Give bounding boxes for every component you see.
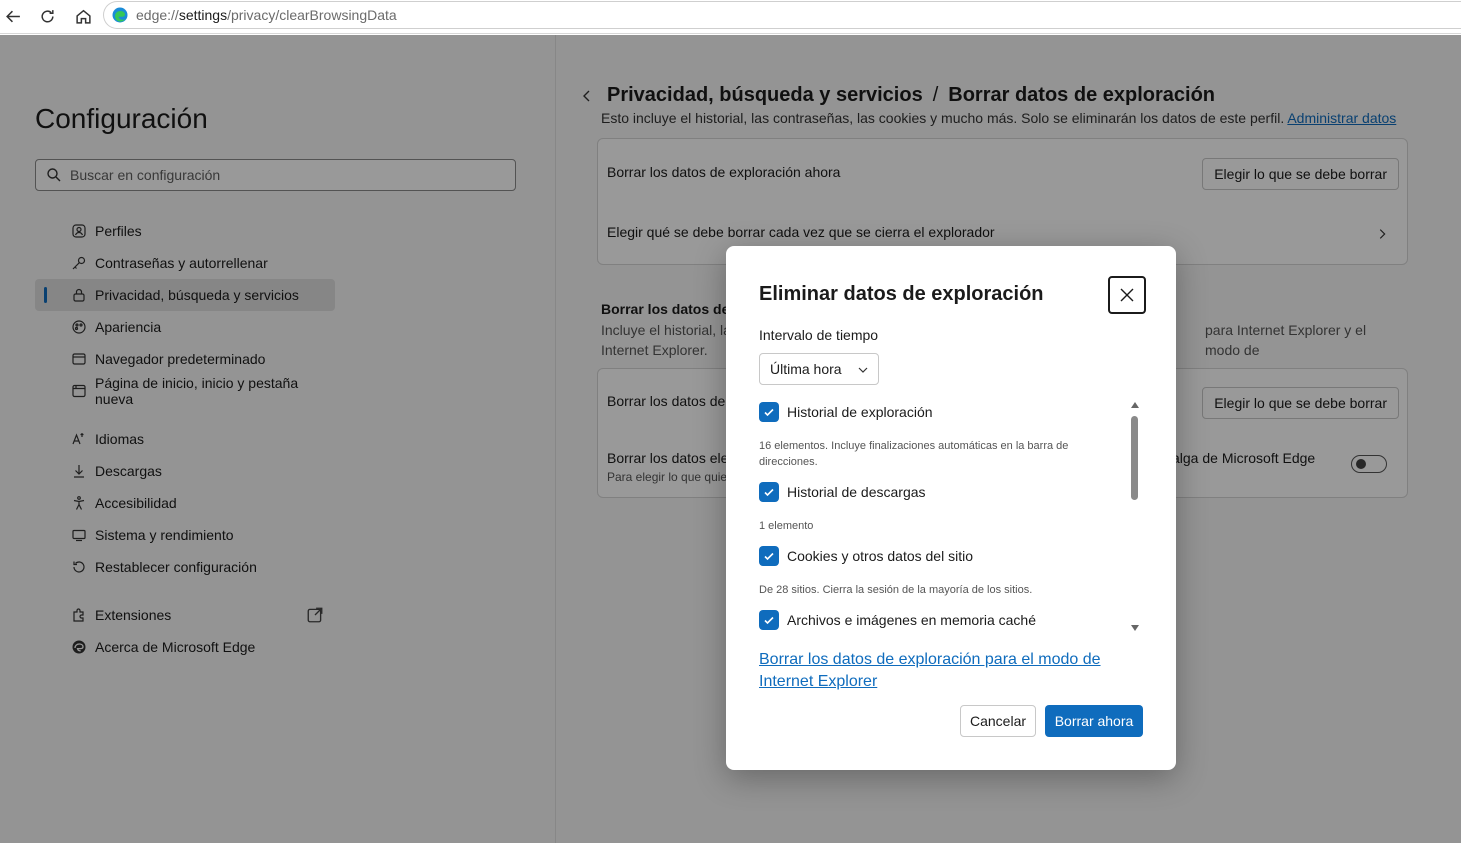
url-text: edge://settings/privacy/clearBrowsingDat… <box>136 7 397 23</box>
option-description: 1 elemento <box>759 520 814 532</box>
chevron-down-icon <box>858 367 868 373</box>
back-icon[interactable] <box>0 4 26 28</box>
address-bar[interactable]: edge://settings/privacy/clearBrowsingDat… <box>103 1 1461 29</box>
scrollbar-thumb[interactable] <box>1131 416 1138 500</box>
time-range-label: Intervalo de tiempo <box>759 327 879 343</box>
option-label: Historial de exploración <box>787 404 933 420</box>
clear-browsing-data-dialog: Eliminar datos de exploración Intervalo … <box>726 246 1176 770</box>
time-range-value: Última hora <box>770 361 842 377</box>
time-range-select[interactable]: Última hora <box>759 353 879 385</box>
scroll-down-arrow-icon[interactable] <box>1130 624 1140 632</box>
checkbox-checked[interactable] <box>759 482 779 502</box>
checkbox-checked[interactable] <box>759 546 779 566</box>
refresh-icon[interactable] <box>34 4 60 28</box>
home-icon[interactable] <box>70 4 96 28</box>
close-button[interactable] <box>1108 276 1146 314</box>
clear-now-button[interactable]: Borrar ahora <box>1045 705 1143 737</box>
option-cache[interactable]: Archivos e imágenes en memoria caché <box>759 610 1036 630</box>
edge-logo-icon <box>112 7 128 23</box>
close-icon <box>1120 288 1134 302</box>
dialog-title: Eliminar datos de exploración <box>759 283 1044 305</box>
option-label: Cookies y otros datos del sitio <box>787 548 973 564</box>
data-options-list: Historial de exploración 16 elementos. I… <box>759 396 1144 634</box>
option-description: 16 elementos. Incluye finalizaciones aut… <box>759 440 1069 468</box>
browser-toolbar: edge://settings/privacy/clearBrowsingDat… <box>0 0 1461 34</box>
scroll-up-arrow-icon[interactable] <box>1130 401 1140 409</box>
option-cookies[interactable]: Cookies y otros datos del sitio <box>759 546 973 566</box>
option-label: Historial de descargas <box>787 484 926 500</box>
option-browsing-history[interactable]: Historial de exploración <box>759 402 933 422</box>
option-download-history[interactable]: Historial de descargas <box>759 482 926 502</box>
clear-ie-mode-data-link[interactable]: Borrar los datos de exploración para el … <box>759 649 1119 693</box>
checkbox-checked[interactable] <box>759 402 779 422</box>
cancel-button[interactable]: Cancelar <box>960 705 1036 737</box>
option-description: De 28 sitios. Cierra la sesión de la may… <box>759 584 1033 596</box>
checkbox-checked[interactable] <box>759 610 779 630</box>
option-label: Archivos e imágenes en memoria caché <box>787 612 1037 628</box>
